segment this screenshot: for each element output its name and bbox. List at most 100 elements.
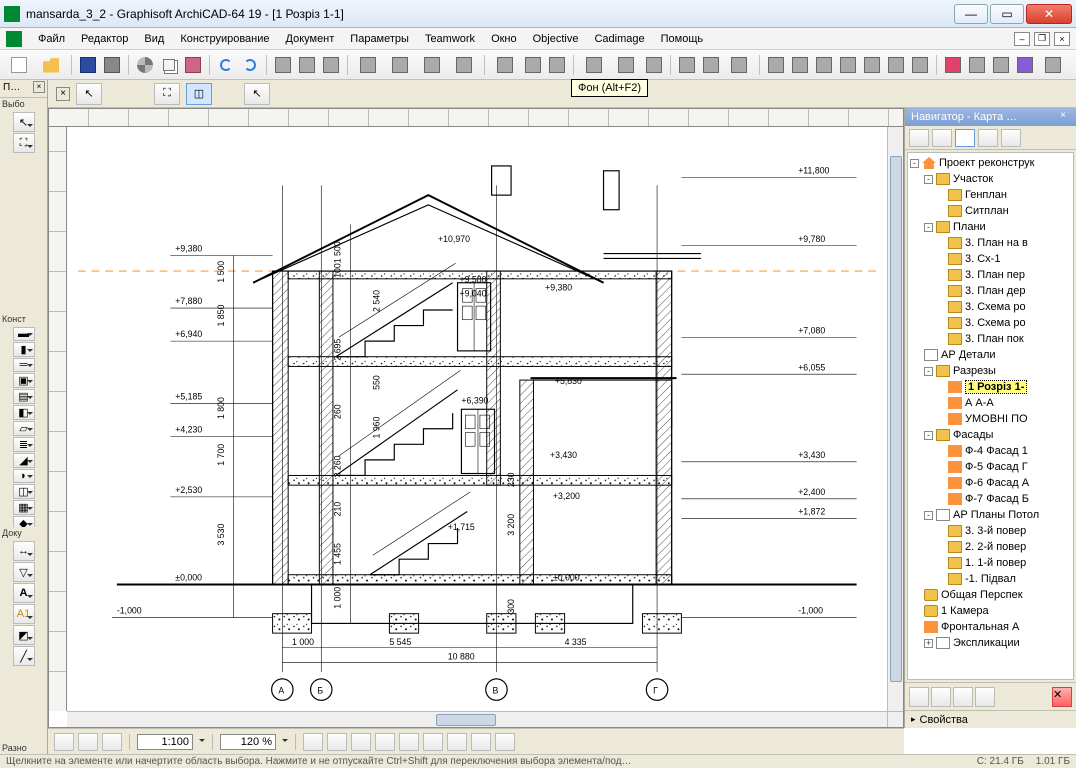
viewport[interactable]: +9,380 +7,880 +6,940 +5,185 +4,230 +2,53… bbox=[67, 127, 887, 711]
print-button[interactable] bbox=[101, 54, 123, 76]
toolbar-btn-17[interactable] bbox=[765, 54, 787, 76]
minimize-button[interactable]: — bbox=[954, 4, 988, 24]
door-tool[interactable]: ▤ bbox=[13, 389, 35, 404]
toolbar-btn-23[interactable] bbox=[909, 54, 931, 76]
stair-tool[interactable]: ≣ bbox=[13, 437, 35, 452]
nav-foot-btn-1[interactable] bbox=[909, 687, 929, 707]
close-button[interactable]: ✕ bbox=[1026, 4, 1072, 24]
roof-tool[interactable]: ◢ bbox=[13, 453, 35, 468]
toolbar-btn-14[interactable] bbox=[676, 54, 698, 76]
menu-file[interactable]: Файл bbox=[30, 31, 73, 47]
scrollbar-vertical[interactable] bbox=[887, 127, 903, 711]
qb-8[interactable] bbox=[399, 733, 419, 751]
toolbar-btn-3[interactable] bbox=[320, 54, 342, 76]
marquee-tool[interactable]: ⛶ bbox=[13, 133, 35, 153]
nav-foot-btn-4[interactable] bbox=[975, 687, 995, 707]
geom-method-1[interactable]: ↖ bbox=[76, 83, 102, 105]
object-tool[interactable]: ◧ bbox=[13, 405, 35, 420]
mdi-minimize-button[interactable]: – bbox=[1014, 32, 1030, 46]
toolbar-btn-22[interactable] bbox=[885, 54, 907, 76]
arrow-tool[interactable]: ↖ bbox=[13, 112, 35, 132]
qb-4[interactable] bbox=[303, 733, 323, 751]
dim-tool[interactable]: ↔ bbox=[13, 541, 35, 561]
menu-teamwork[interactable]: Teamwork bbox=[417, 31, 483, 47]
shell-tool[interactable]: ◗ bbox=[13, 469, 35, 483]
skylight-tool[interactable]: ◫ bbox=[13, 484, 35, 499]
info-close-icon[interactable]: × bbox=[56, 87, 70, 101]
toolbar-btn-9[interactable] bbox=[522, 54, 544, 76]
maximize-button[interactable]: ▭ bbox=[990, 4, 1024, 24]
geom-method-2[interactable]: ⛶ bbox=[154, 83, 180, 105]
zoom-input[interactable] bbox=[220, 734, 276, 750]
qb-10[interactable] bbox=[447, 733, 467, 751]
navigator-header[interactable]: Навигатор - Карта …× bbox=[905, 108, 1076, 126]
nav-tab-2[interactable] bbox=[932, 129, 952, 147]
toolbar-btn-7[interactable] bbox=[449, 54, 479, 76]
geom-method-4[interactable]: ↖ bbox=[244, 83, 270, 105]
toolbar-btn-5[interactable] bbox=[385, 54, 415, 76]
geom-method-3[interactable]: ◫ bbox=[186, 83, 212, 105]
save-button[interactable] bbox=[77, 54, 99, 76]
nav-foot-delete-button[interactable]: ✕ bbox=[1052, 687, 1072, 707]
toolbar-btn-4[interactable] bbox=[353, 54, 383, 76]
fill-tool[interactable]: ◩ bbox=[13, 625, 35, 645]
toolbar-btn-25[interactable] bbox=[966, 54, 988, 76]
new-button[interactable] bbox=[4, 54, 34, 76]
toolbar-btn-10[interactable] bbox=[546, 54, 568, 76]
qb-2[interactable] bbox=[78, 733, 98, 751]
level-tool[interactable]: ▽ bbox=[13, 562, 35, 582]
scale-dropdown-icon[interactable] bbox=[197, 736, 205, 748]
nav-tab-3[interactable] bbox=[955, 129, 975, 147]
menu-help[interactable]: Помощь bbox=[653, 31, 712, 47]
nav-tab-4[interactable] bbox=[978, 129, 998, 147]
toolbar-btn-16[interactable] bbox=[724, 54, 754, 76]
wall-tool[interactable]: ▬ bbox=[13, 327, 35, 341]
qb-11[interactable] bbox=[471, 733, 491, 751]
toolbar-btn-26[interactable] bbox=[990, 54, 1012, 76]
window-tool[interactable]: ▣ bbox=[13, 373, 35, 388]
toolbar-btn-24[interactable] bbox=[942, 54, 964, 76]
nav-foot-btn-2[interactable] bbox=[931, 687, 951, 707]
qb-9[interactable] bbox=[423, 733, 443, 751]
menu-options[interactable]: Параметры bbox=[342, 31, 417, 47]
menu-document[interactable]: Документ bbox=[278, 31, 343, 47]
toolbar-btn-12[interactable] bbox=[611, 54, 641, 76]
toolbar-btn-8[interactable] bbox=[490, 54, 520, 76]
beam-tool[interactable]: ═ bbox=[13, 358, 35, 372]
copy-button[interactable] bbox=[158, 54, 180, 76]
menu-window[interactable]: Окно bbox=[483, 31, 525, 47]
toolbar-btn-6[interactable] bbox=[417, 54, 447, 76]
qb-1[interactable] bbox=[54, 733, 74, 751]
toolbar-btn-11[interactable] bbox=[579, 54, 609, 76]
drawing-canvas[interactable]: +9,380 +7,880 +6,940 +5,185 +4,230 +2,53… bbox=[48, 108, 904, 728]
qb-7[interactable] bbox=[375, 733, 395, 751]
toolbar-btn-18[interactable] bbox=[789, 54, 811, 76]
scale-input[interactable] bbox=[137, 734, 193, 750]
toolbar-btn-1[interactable] bbox=[272, 54, 294, 76]
qb-5[interactable] bbox=[327, 733, 347, 751]
open-button[interactable] bbox=[36, 54, 66, 76]
toolbar-btn-28[interactable] bbox=[1038, 54, 1068, 76]
cut-button[interactable] bbox=[134, 54, 156, 76]
toolbar-btn-21[interactable] bbox=[861, 54, 883, 76]
text-tool[interactable]: A bbox=[13, 583, 35, 603]
toolbar-btn-13[interactable] bbox=[643, 54, 665, 76]
menu-edit[interactable]: Редактор bbox=[73, 31, 136, 47]
zoom-dropdown-icon[interactable] bbox=[280, 736, 288, 748]
curtain-tool[interactable]: ▦ bbox=[13, 500, 35, 515]
column-tool[interactable]: ▮ bbox=[13, 342, 35, 357]
qb-3[interactable] bbox=[102, 733, 122, 751]
nav-tab-1[interactable] bbox=[909, 129, 929, 147]
menu-view[interactable]: Вид bbox=[136, 31, 172, 47]
scrollbar-horizontal[interactable] bbox=[67, 711, 887, 727]
mdi-close-button[interactable]: × bbox=[1054, 32, 1070, 46]
nav-foot-btn-3[interactable] bbox=[953, 687, 973, 707]
qb-12[interactable] bbox=[495, 733, 515, 751]
menu-cadimage[interactable]: Cadimage bbox=[586, 31, 652, 47]
toolbar-btn-15[interactable] bbox=[700, 54, 722, 76]
properties-bar[interactable]: Свойства bbox=[905, 710, 1076, 728]
toolbar-btn-2[interactable] bbox=[296, 54, 318, 76]
label-tool[interactable]: A1 bbox=[13, 604, 35, 624]
nav-tab-5[interactable] bbox=[1001, 129, 1021, 147]
slab-tool[interactable]: ▱ bbox=[13, 421, 35, 436]
